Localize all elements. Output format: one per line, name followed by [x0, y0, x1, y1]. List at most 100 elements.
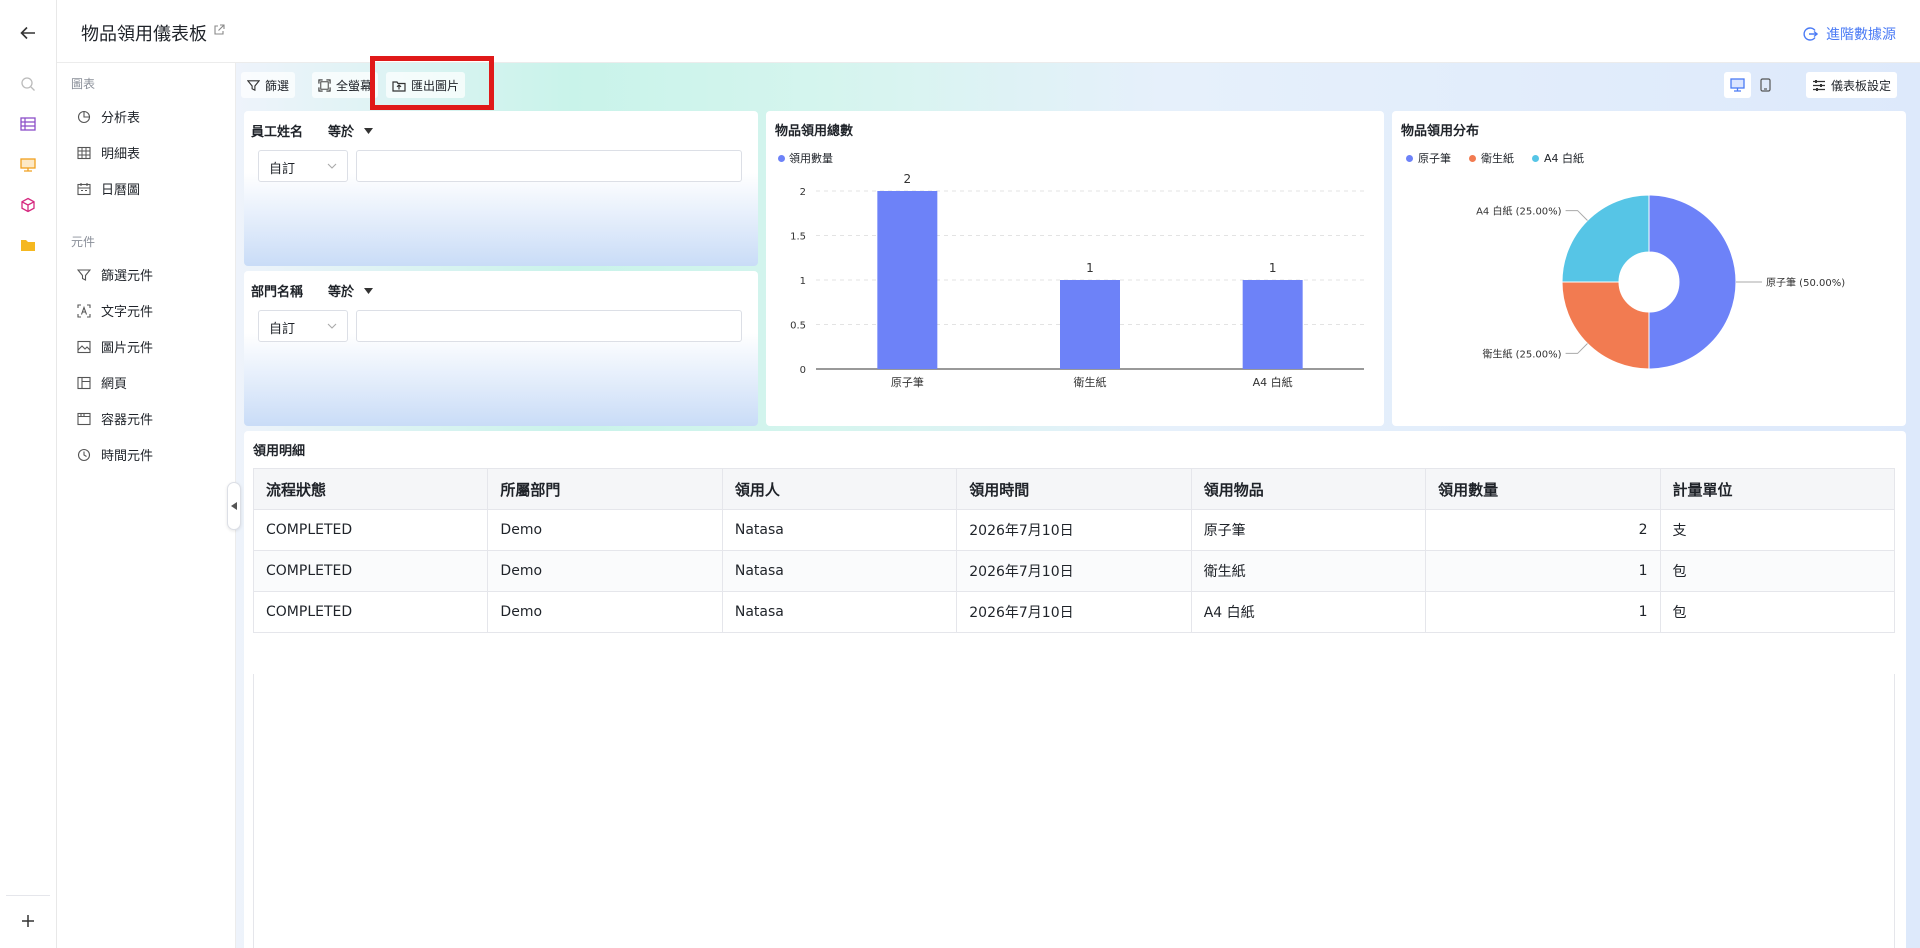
department-name-input[interactable]	[356, 310, 742, 342]
panel-collapse-toggle[interactable]	[227, 482, 241, 530]
pie-slice	[1561, 281, 1650, 370]
x-tick-label: A4 白紙	[1253, 375, 1293, 389]
advanced-data-source-button[interactable]: 進階數據源	[1802, 24, 1896, 44]
panel-item-label: 明細表	[101, 147, 141, 162]
column-header[interactable]: 領用時間	[956, 468, 1192, 510]
panel-item-image[interactable]: 圖片元件	[77, 337, 153, 356]
desktop-view-button[interactable]	[1724, 72, 1751, 98]
pie-chart-card: 物品領用分布 原子筆 衛生紙 A4 白紙 原子筆 (50.00%) 衛生紙 (25.0…	[1392, 111, 1906, 426]
y-tick-label: 2	[800, 187, 806, 198]
x-tick-label: 原子筆	[891, 375, 924, 389]
table-cell: 包	[1659, 591, 1896, 633]
column-header[interactable]: 領用數量	[1425, 468, 1661, 510]
table-row[interactable]: COMPLETED Demo Natasa 2026年7月10日 衛生紙 1 包	[252, 550, 1896, 592]
dashboard-settings-button[interactable]: 儀表板設定	[1806, 72, 1898, 98]
table-cell: Natasa	[721, 591, 958, 633]
table-cell: 原子筆	[1190, 509, 1427, 551]
filter-icon	[247, 79, 260, 91]
panel-item-container[interactable]: 容器元件	[77, 409, 153, 428]
fullscreen-icon	[318, 78, 331, 92]
table-cell: Natasa	[721, 550, 958, 592]
folder-icon[interactable]	[17, 234, 39, 256]
column-header[interactable]: 領用人	[721, 468, 958, 510]
webpage-icon	[77, 376, 91, 389]
filter-icon	[77, 268, 91, 281]
settings-sliders-icon	[1813, 79, 1825, 91]
export-image-button[interactable]: 匯出圖片	[386, 72, 466, 98]
column-header[interactable]: 流程狀態	[252, 468, 489, 510]
y-tick-label: 0.5	[790, 321, 806, 332]
data-source-icon	[1803, 27, 1818, 41]
mobile-icon	[1760, 78, 1771, 92]
table-cell: Demo	[487, 509, 723, 551]
export-image-label: 匯出圖片	[411, 78, 460, 93]
table-cell: COMPLETED	[252, 509, 489, 551]
filter-operator-dropdown[interactable]: 等於	[328, 121, 374, 140]
fullscreen-button[interactable]: 全螢幕	[312, 72, 379, 98]
filter-mode-select[interactable]: 自訂	[258, 150, 348, 182]
plus-icon[interactable]	[17, 910, 39, 932]
bar-data-label: 2	[904, 172, 912, 186]
cube-icon[interactable]	[17, 194, 39, 216]
filter-operator-dropdown[interactable]: 等於	[328, 281, 374, 300]
pie-chart: 原子筆 (50.00%) 衛生紙 (25.00%) A4 白紙 (25.00%)	[1476, 194, 1845, 370]
pie-label-leader	[1565, 210, 1588, 221]
chevron-down-icon	[327, 323, 337, 329]
filter-button[interactable]: 篩選	[241, 72, 296, 98]
panel-item-analysis[interactable]: 分析表	[77, 107, 140, 126]
table-icon[interactable]	[17, 113, 39, 135]
pie-slice-label: 衛生紙 (25.00%)	[1482, 347, 1561, 360]
table-cell: COMPLETED	[252, 591, 489, 633]
table-cell: 1	[1425, 550, 1661, 592]
caret-down-icon	[364, 127, 374, 134]
page-title: 物品領用儀表板	[81, 24, 207, 45]
bar	[1060, 280, 1120, 369]
panel-item-calendar[interactable]: 日曆圖	[77, 179, 140, 198]
panel-item-webpage[interactable]: 網頁	[77, 373, 127, 392]
panel-item-label: 圖片元件	[101, 341, 154, 356]
panel-item-label: 篩選元件	[101, 269, 154, 284]
detail-table: 流程狀態 所屬部門 領用人 領用時間 領用物品 領用數量 計量單位 COMPLE…	[252, 468, 1896, 633]
text-icon	[77, 303, 91, 318]
column-header[interactable]: 領用物品	[1190, 468, 1427, 510]
panel-item-text[interactable]: 文字元件	[77, 301, 153, 320]
back-arrow-icon[interactable]	[17, 22, 39, 44]
table-row[interactable]: COMPLETED Demo Natasa 2026年7月10日 A4 白紙 1…	[252, 591, 1896, 633]
table-cell: 支	[1659, 509, 1896, 551]
department-filter-card: 部門名稱 等於 自訂	[244, 271, 758, 426]
panel-item-label: 容器元件	[101, 413, 154, 428]
employee-filter-card: 員工姓名 等於 自訂	[244, 111, 758, 266]
dashboard-icon[interactable]	[17, 154, 39, 176]
table-cell: Natasa	[721, 509, 958, 551]
filter-operator-label: 等於	[328, 285, 355, 300]
table-cell: 包	[1659, 550, 1896, 592]
container-icon	[77, 412, 91, 425]
table-row[interactable]: COMPLETED Demo Natasa 2026年7月10日 原子筆 2 支	[252, 509, 1896, 551]
employee-name-input[interactable]	[356, 150, 742, 182]
table-cell: Demo	[487, 591, 723, 633]
filter-mode-select[interactable]: 自訂	[258, 310, 348, 342]
column-header[interactable]: 計量單位	[1659, 468, 1896, 510]
mobile-view-button[interactable]	[1754, 72, 1777, 98]
clock-icon	[77, 448, 91, 461]
filter-button-label: 篩選	[265, 78, 290, 93]
component-panel: 圖表 分析表 明細表 日曆圖 元件 篩選元件 文字元件 圖片元件 網頁 容器元件…	[57, 63, 236, 948]
panel-item-filter[interactable]: 篩選元件	[77, 265, 153, 284]
chevron-down-icon	[327, 163, 337, 169]
table-cell: 2026年7月10日	[956, 550, 1192, 592]
table-cell: 2026年7月10日	[956, 591, 1192, 633]
filter-field-label: 員工姓名	[251, 125, 304, 140]
search-icon[interactable]	[17, 73, 39, 95]
rail-divider	[6, 895, 50, 896]
panel-item-label: 文字元件	[101, 305, 154, 320]
header-bar: 物品領用儀表板 進階數據源	[57, 0, 1920, 63]
panel-item-time[interactable]: 時間元件	[77, 445, 153, 464]
y-tick-label: 1	[800, 276, 806, 287]
panel-item-detail-table[interactable]: 明細表	[77, 143, 140, 162]
filter-mode-value: 自訂	[269, 162, 296, 177]
advanced-data-source-label: 進階數據源	[1826, 27, 1896, 43]
column-header[interactable]: 所屬部門	[487, 468, 723, 510]
table-cell: 1	[1425, 591, 1661, 633]
external-link-icon[interactable]	[213, 24, 225, 40]
pie-slice	[1648, 194, 1737, 370]
